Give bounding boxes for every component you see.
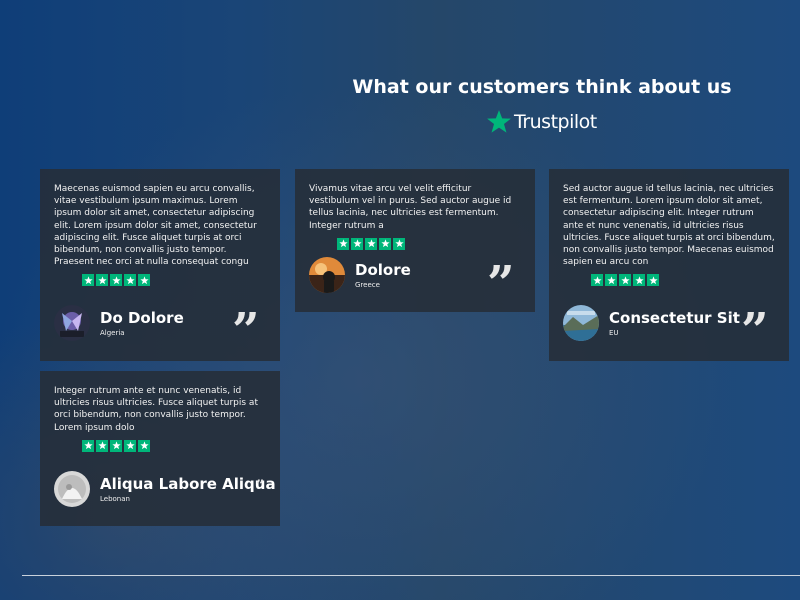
footer-divider — [22, 575, 800, 576]
rating-star-icon — [110, 274, 122, 287]
testimonial-author: Aliqua Labore Aliqua Lebonan — [54, 471, 276, 507]
avatar — [563, 305, 599, 341]
rating-star-icon — [110, 439, 122, 452]
rating-star-icon — [138, 274, 150, 287]
author-location: EU — [609, 329, 619, 337]
testimonial-text: Vivamus vitae arcu vel velit efficitur v… — [309, 184, 512, 231]
testimonial-text: Integer rutrum ante et nunc venenatis, i… — [54, 386, 258, 433]
author-location: Greece — [355, 281, 380, 289]
testimonial-author: Dolore Greece — [309, 257, 411, 293]
avatar — [309, 257, 345, 293]
star-rating — [337, 237, 521, 250]
star-rating — [82, 439, 266, 452]
rating-star-icon — [96, 439, 108, 452]
testimonial-card: Integer rutrum ante et nunc venenatis, i… — [40, 371, 280, 526]
rating-star-icon — [96, 274, 108, 287]
rating-star-icon — [82, 274, 94, 287]
quote-icon: ” — [487, 256, 515, 312]
testimonial-card: Maecenas euismod sapien eu arcu convalli… — [40, 169, 280, 361]
testimonial-card: Sed auctor augue id tellus lacinia, nec … — [549, 169, 789, 361]
author-location: Algeria — [100, 329, 125, 337]
rating-star-icon — [365, 237, 377, 250]
rating-star-icon — [619, 274, 631, 287]
testimonial-author: Consectetur Sit EU — [563, 305, 740, 341]
rating-star-icon — [605, 274, 617, 287]
avatar — [54, 305, 90, 341]
rating-star-icon — [82, 439, 94, 452]
author-name: Do Dolore — [100, 309, 184, 327]
rating-star-icon — [393, 237, 405, 250]
testimonial-text: Sed auctor augue id tellus lacinia, nec … — [563, 184, 775, 268]
testimonial-card: Vivamus vitae arcu vel velit efficitur v… — [295, 169, 535, 312]
rating-star-icon — [124, 274, 136, 287]
rating-star-icon — [633, 274, 645, 287]
author-location: Lebonan — [100, 495, 130, 503]
trustpilot-wordmark: Trustpilot — [514, 111, 597, 133]
quote-icon: ” — [741, 303, 769, 359]
star-rating — [591, 274, 775, 287]
author-name: Dolore — [355, 261, 411, 279]
rating-star-icon — [647, 274, 659, 287]
rating-star-icon — [138, 439, 150, 452]
rating-star-icon — [124, 439, 136, 452]
rating-star-icon — [337, 237, 349, 250]
section-title: What our customers think about us — [352, 76, 732, 98]
quote-icon: ” — [232, 303, 260, 359]
rating-star-icon — [591, 274, 603, 287]
author-name: Consectetur Sit — [609, 309, 740, 327]
testimonial-text: Maecenas euismod sapien eu arcu convalli… — [54, 184, 257, 268]
avatar — [54, 471, 90, 507]
rating-star-icon — [351, 237, 363, 250]
star-rating — [82, 274, 266, 287]
rating-star-icon — [379, 237, 391, 250]
testimonial-author: Do Dolore Algeria — [54, 305, 184, 341]
quote-icon: ” — [256, 478, 265, 494]
trustpilot-star-icon — [487, 110, 511, 133]
trustpilot-logo[interactable]: Trustpilot — [486, 109, 597, 135]
author-name: Aliqua Labore Aliqua — [100, 475, 276, 493]
